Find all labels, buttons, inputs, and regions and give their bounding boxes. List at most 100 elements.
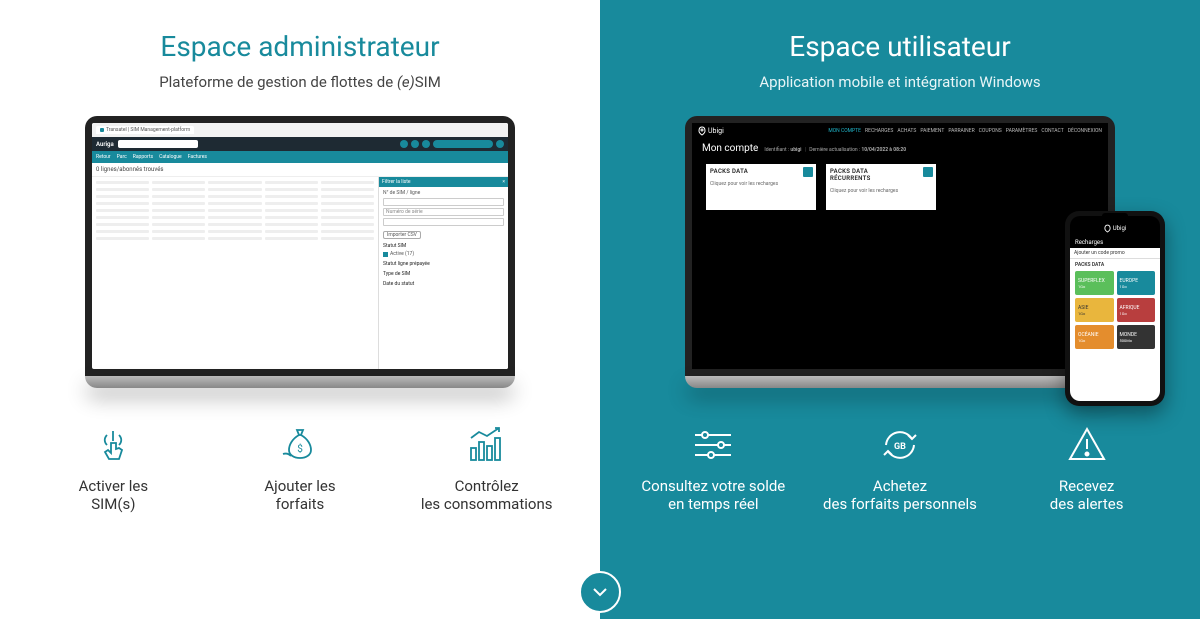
admin-subtitle-prefix: Plateforme de gestion de flottes de bbox=[159, 73, 397, 91]
feature-label: Activer les bbox=[79, 477, 148, 495]
nav-item[interactable]: ACHATS bbox=[897, 128, 916, 134]
phone-section-label: PACKS DATA bbox=[1075, 262, 1155, 268]
bar-chart-icon bbox=[465, 423, 509, 467]
plan-tile[interactable]: AFRIQUE1Go bbox=[1117, 298, 1156, 322]
packs-data-recurrent-card[interactable]: PACKS DATARÉCURRENTS Cliquez pour voir l… bbox=[826, 164, 936, 210]
search-input[interactable] bbox=[118, 140, 198, 148]
feature-label: forfaits bbox=[276, 495, 325, 513]
feature-label: Ajouter les bbox=[264, 477, 335, 495]
filter-input-extra[interactable] bbox=[383, 218, 504, 226]
feature-add-plans: $ Ajouter lesforfaits bbox=[220, 423, 380, 513]
profile-pill[interactable] bbox=[433, 140, 493, 148]
admin-topbar: Auriga bbox=[92, 137, 508, 151]
data-refresh-icon: GB bbox=[878, 423, 922, 467]
ubigi-logo: Ubigi bbox=[698, 126, 724, 136]
checkbox-icon bbox=[383, 252, 388, 257]
topbar-icon[interactable] bbox=[400, 140, 408, 148]
promo-input[interactable]: Ajouter un code promo bbox=[1070, 248, 1160, 259]
filter-input-type[interactable] bbox=[383, 198, 504, 206]
nav-item[interactable]: COUPONS bbox=[979, 128, 1002, 134]
nav-item[interactable]: CONTACT bbox=[1041, 128, 1063, 134]
filter-panel: Filtrer la liste × N° de SIM / ligne Num… bbox=[378, 177, 508, 369]
card-title: PACKS DATA bbox=[710, 168, 812, 175]
card-title: RÉCURRENTS bbox=[830, 175, 871, 182]
account-title: Mon compte bbox=[702, 143, 758, 154]
feature-buy-plans: GB Achetezdes forfaits personnels bbox=[820, 423, 980, 513]
nav-item[interactable]: DÉCONNEXION bbox=[1068, 128, 1102, 134]
feature-alerts: Recevezdes alertes bbox=[1007, 423, 1167, 513]
nav-item-catalogue[interactable]: Catalogue bbox=[159, 154, 182, 160]
plan-tile[interactable]: EUROPE1Go bbox=[1117, 271, 1156, 295]
card-hint: Cliquez pour voir les recharges bbox=[830, 188, 932, 194]
admin-panel: Espace administrateur Plateforme de gest… bbox=[0, 0, 600, 619]
feature-label: SIM(s) bbox=[91, 495, 135, 513]
plan-tile[interactable]: MONDE500Mo bbox=[1117, 325, 1156, 349]
nav-item[interactable]: RECHARGES bbox=[865, 128, 893, 134]
browser-tab[interactable]: Transatel | SIM Management-platform bbox=[96, 126, 194, 134]
feature-check-balance: Consultez votre soldeen temps réel bbox=[633, 423, 793, 513]
filter-input-serial[interactable]: Numéro de série bbox=[383, 208, 504, 216]
filter-title-text: Filtrer la liste bbox=[382, 179, 411, 185]
nav-item-parc[interactable]: Parc bbox=[117, 154, 127, 160]
phone-brand-text: Ubigi bbox=[1113, 225, 1127, 232]
feature-label: les consommations bbox=[421, 495, 553, 513]
id-value: ubigi bbox=[790, 147, 801, 153]
nav-back[interactable]: Retour bbox=[96, 154, 111, 160]
tap-icon bbox=[91, 423, 135, 467]
data-table bbox=[92, 177, 378, 369]
plan-tile[interactable]: SUPERFLEX1Go bbox=[1075, 271, 1114, 295]
feature-label: Contrôlez bbox=[455, 477, 519, 495]
ubigi-brand-text: Ubigi bbox=[708, 127, 724, 135]
status-active-checkbox[interactable]: Active (17) bbox=[383, 251, 504, 257]
nav-item[interactable]: PAIEMENT bbox=[920, 128, 944, 134]
admin-features: Activer lesSIM(s) $ Ajouter lesforfaits bbox=[20, 423, 580, 513]
phone-mockup: Ubigi Recharges Ajouter un code promo PA… bbox=[1065, 211, 1165, 406]
filter-section-type: Type de SIM bbox=[383, 271, 504, 277]
admin-subtitle-suffix: SIM bbox=[415, 73, 441, 91]
filter-section-status: Statut SIM bbox=[383, 243, 504, 249]
feature-label: des alertes bbox=[1050, 495, 1124, 513]
admin-nav: Retour Parc Rapports Catalogue Factures bbox=[92, 151, 508, 163]
card-title: PACKS DATA bbox=[830, 168, 868, 175]
user-panel: Espace utilisateur Application mobile et… bbox=[600, 0, 1200, 619]
expand-icon[interactable] bbox=[923, 167, 933, 177]
nav-item[interactable]: MON COMPTE bbox=[828, 128, 861, 134]
topbar-icon[interactable] bbox=[411, 140, 419, 148]
results-count: 0 lignes/abonnés trouvés bbox=[92, 163, 508, 177]
expand-icon[interactable] bbox=[803, 167, 813, 177]
nav-item[interactable]: PARAMÈTRES bbox=[1006, 128, 1038, 134]
plan-tiles: SUPERFLEX1Go EUROPE1Go ASIE1Go AFRIQUE1G… bbox=[1075, 271, 1155, 349]
tab-favicon bbox=[100, 128, 104, 132]
phone-page-title: Recharges bbox=[1070, 237, 1160, 248]
feature-label: des forfaits personnels bbox=[823, 495, 977, 513]
sliders-icon bbox=[691, 423, 735, 467]
account-header: Mon compte Identifiant : ubigi | Dernièr… bbox=[692, 139, 1108, 158]
browser-tabs: Transatel | SIM Management-platform bbox=[92, 123, 508, 137]
plan-tile[interactable]: ASIE1Go bbox=[1075, 298, 1114, 322]
feature-label: Consultez votre solde bbox=[641, 477, 785, 495]
avatar[interactable] bbox=[496, 140, 504, 148]
alert-icon bbox=[1065, 423, 1109, 467]
brand-label: Auriga bbox=[96, 141, 114, 148]
user-laptop-mockup: Ubigi MON COMPTE RECHARGES ACHATS PAIEME… bbox=[685, 116, 1115, 388]
close-icon[interactable]: × bbox=[502, 179, 505, 185]
packs-data-card[interactable]: PACKS DATA Cliquez pour voir les recharg… bbox=[706, 164, 816, 210]
nav-item-rapports[interactable]: Rapports bbox=[133, 154, 153, 160]
nav-item-factures[interactable]: Factures bbox=[188, 154, 207, 160]
user-subtitle: Application mobile et intégration Window… bbox=[759, 73, 1040, 91]
ubigi-header: Ubigi MON COMPTE RECHARGES ACHATS PAIEME… bbox=[692, 123, 1108, 139]
filter-section-line: Statut ligne prépayée bbox=[383, 261, 504, 267]
updated-value: 10/04/2022 à 08:20 bbox=[861, 147, 906, 153]
topbar-icon[interactable] bbox=[422, 140, 430, 148]
plan-tile[interactable]: OCÉANIE1Go bbox=[1075, 325, 1114, 349]
scroll-down-button[interactable] bbox=[579, 571, 621, 613]
admin-subtitle: Plateforme de gestion de flottes de (e)S… bbox=[159, 73, 441, 91]
feature-label: Achetez bbox=[873, 477, 927, 495]
money-bag-icon: $ bbox=[278, 423, 322, 467]
import-csv-button[interactable]: Importer CSV bbox=[383, 231, 421, 239]
svg-text:$: $ bbox=[297, 442, 303, 455]
filter-section-date: Date du statut bbox=[383, 281, 504, 287]
svg-text:GB: GB bbox=[894, 442, 906, 452]
user-features: Consultez votre soldeen temps réel GB Ac… bbox=[620, 423, 1180, 513]
nav-item[interactable]: PARRAINER bbox=[948, 128, 974, 134]
